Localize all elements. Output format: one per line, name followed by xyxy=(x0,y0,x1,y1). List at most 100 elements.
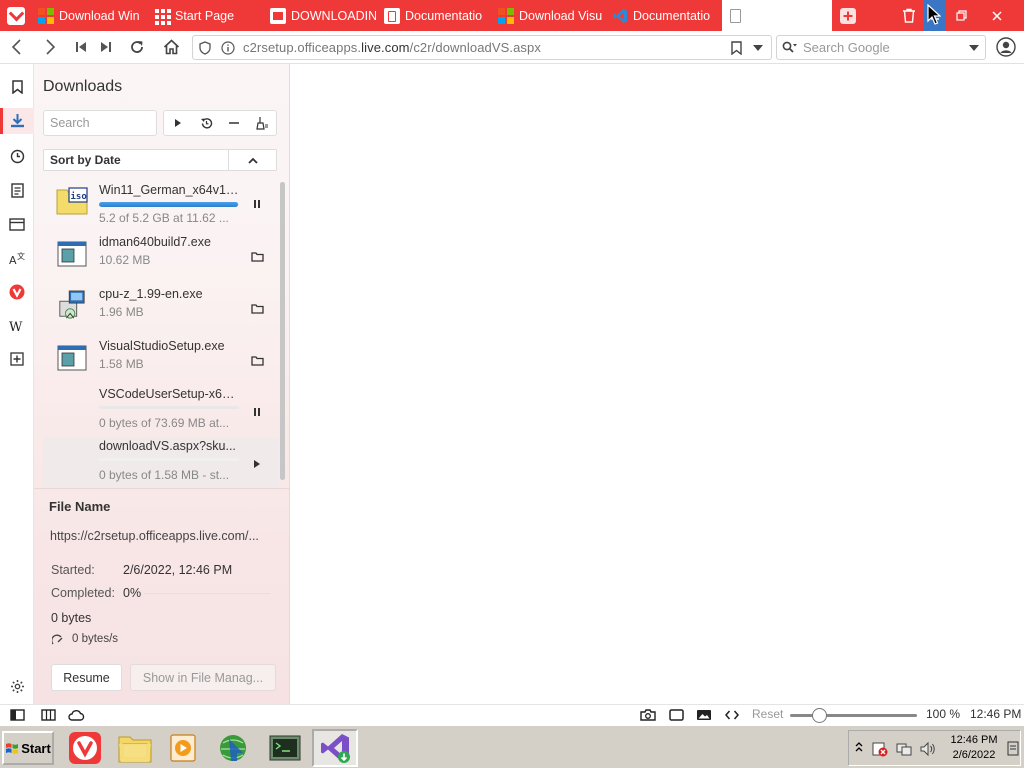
scrollbar-thumb[interactable] xyxy=(280,182,285,480)
downloads-panel-button[interactable] xyxy=(0,108,34,134)
taskbar-network-app[interactable] xyxy=(210,729,256,767)
tab-active-blank[interactable] xyxy=(722,0,832,31)
download-filename: idman640build7.exe xyxy=(99,235,211,249)
show-in-folder-button[interactable] xyxy=(247,350,267,370)
download-item[interactable]: idman640build7.exe 10.62 MB xyxy=(43,229,279,281)
download-item[interactable]: VisualStudioSetup.exe 1.58 MB xyxy=(43,333,279,385)
search-engine-field[interactable]: Search Google xyxy=(776,35,986,60)
zoom-slider-thumb[interactable] xyxy=(812,708,827,723)
clock-icon xyxy=(10,149,24,163)
add-web-panel-button[interactable] xyxy=(0,346,34,372)
bookmarks-panel-button[interactable] xyxy=(0,74,34,100)
security-alert-icon[interactable] xyxy=(871,740,889,758)
toggle-panel-button[interactable] xyxy=(9,707,25,723)
remove-button[interactable] xyxy=(223,112,245,134)
download-item[interactable]: cpu-z_1.99-en.exe 1.96 MB xyxy=(43,281,279,333)
tab-documentation-2[interactable]: Documentatio xyxy=(608,0,720,31)
notes-panel-button[interactable] xyxy=(0,177,34,203)
tab-documentation-1[interactable]: Documentatio xyxy=(380,0,488,31)
clear-downloads-button[interactable] xyxy=(251,112,273,134)
show-in-file-manager-button[interactable]: Show in File Manag... xyxy=(130,664,276,691)
reload-button[interactable] xyxy=(125,36,149,58)
downloads-search-input[interactable]: Search xyxy=(43,110,157,136)
sync-button[interactable] xyxy=(67,707,85,723)
chevron-up-icon[interactable] xyxy=(855,741,863,753)
download-item[interactable]: downloadVS.aspx?sku... 0 bytes of 1.58 M… xyxy=(43,437,279,488)
exe-file-icon xyxy=(57,345,87,371)
taskbar-file-explorer[interactable] xyxy=(112,729,158,767)
download-item[interactable]: VSCodeUserSetup-x64... 0 bytes of 73.69 … xyxy=(43,385,279,437)
folder-icon xyxy=(250,303,264,314)
sort-header[interactable]: Sort by Date xyxy=(43,149,277,171)
capture-button[interactable] xyxy=(639,707,657,723)
images-toggle-button[interactable] xyxy=(695,707,713,723)
rewind-icon xyxy=(76,42,86,52)
chevron-up-icon xyxy=(247,157,258,164)
start-button[interactable]: Start xyxy=(2,731,54,765)
url-text: c2rsetup.officeapps.live.com/c2r/downloa… xyxy=(243,40,541,55)
tray-clock[interactable]: 12:46 PM 2/6/2022 xyxy=(949,733,999,763)
downloads-scrollbar[interactable] xyxy=(280,182,285,480)
show-in-folder-button[interactable] xyxy=(247,246,267,266)
translate-icon: A文 xyxy=(9,251,25,266)
panel-title: Downloads xyxy=(43,78,123,95)
download-item[interactable]: iso Win11_German_x64v1.... 5.2 of 5.2 GB… xyxy=(43,177,279,229)
window-panel-button[interactable] xyxy=(0,211,34,237)
new-tab-button[interactable] xyxy=(836,0,860,31)
zoom-slider-track[interactable] xyxy=(790,714,917,717)
settings-button[interactable] xyxy=(4,674,30,698)
trash-button[interactable] xyxy=(898,0,920,31)
close-button[interactable] xyxy=(986,0,1008,31)
web-content[interactable] xyxy=(291,64,1024,704)
back-button[interactable] xyxy=(5,36,29,58)
resume-button[interactable]: Resume xyxy=(51,664,122,691)
home-button[interactable] xyxy=(159,36,183,58)
windows-flag-icon xyxy=(6,742,19,754)
taskbar-vivaldi[interactable] xyxy=(62,729,108,767)
start-all-button[interactable] xyxy=(167,112,189,134)
status-bar: Reset 100 % 12:46 PM xyxy=(0,704,1024,724)
media-player-icon xyxy=(170,734,196,762)
resume-download-button[interactable] xyxy=(247,454,267,474)
fast-forward-button[interactable] xyxy=(94,36,118,58)
pause-button[interactable] xyxy=(247,402,267,422)
wikipedia-panel-button[interactable]: W xyxy=(0,313,34,339)
chevron-down-icon[interactable] xyxy=(969,45,979,51)
taskbar-terminal[interactable] xyxy=(262,729,308,767)
sort-direction-toggle[interactable] xyxy=(228,150,276,170)
pause-button[interactable] xyxy=(247,194,267,214)
forward-button[interactable] xyxy=(38,36,62,58)
bookmark-icon[interactable] xyxy=(731,41,742,55)
page-actions-button[interactable] xyxy=(723,707,741,723)
tab-download-visual-studio[interactable]: Download Visu xyxy=(494,0,604,31)
translate-panel-button[interactable]: A文 xyxy=(0,245,34,271)
restore-button[interactable] xyxy=(950,0,972,31)
chevron-down-icon[interactable] xyxy=(753,45,763,51)
zoom-reset-button[interactable]: Reset xyxy=(752,707,783,721)
download-progress-bar xyxy=(99,406,239,409)
volume-icon[interactable] xyxy=(919,740,937,758)
profile-button[interactable] xyxy=(994,36,1018,58)
taskbar-media-player[interactable] xyxy=(160,729,206,767)
vivaldi-menu-button[interactable] xyxy=(4,0,28,31)
download-site-favicon xyxy=(270,7,286,24)
taskbar-visual-studio-installer[interactable] xyxy=(312,729,358,767)
tab-download-windows[interactable]: Download Win xyxy=(34,0,144,31)
microsoft-logo-icon xyxy=(498,7,514,24)
network-icon[interactable] xyxy=(895,740,913,758)
tab-tiling-button[interactable] xyxy=(40,707,56,723)
info-icon[interactable] xyxy=(221,41,235,55)
tab-start-page[interactable]: Start Page xyxy=(150,0,262,31)
show-in-folder-button[interactable] xyxy=(247,298,267,318)
url-field[interactable]: c2rsetup.officeapps.live.com/c2r/downloa… xyxy=(192,35,772,60)
history-panel-button[interactable] xyxy=(0,143,34,169)
rewind-button[interactable] xyxy=(69,36,93,58)
history-button[interactable] xyxy=(195,112,217,134)
speed-icon xyxy=(52,634,63,645)
page-tiling-button[interactable] xyxy=(667,707,685,723)
play-icon xyxy=(175,119,181,127)
notification-icon[interactable] xyxy=(1007,741,1019,756)
tab-downloading[interactable]: DOWNLOADIN xyxy=(266,0,376,31)
tiling-icon xyxy=(40,709,56,721)
vivaldi-web-panel-button[interactable] xyxy=(0,279,34,305)
